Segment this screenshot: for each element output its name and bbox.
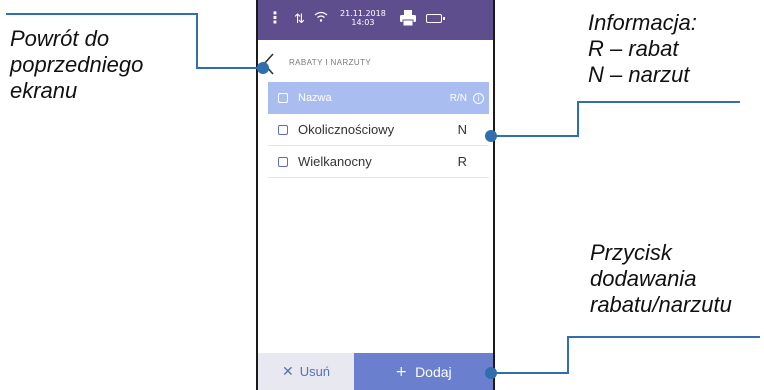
select-all-checkbox[interactable] bbox=[278, 93, 288, 103]
remove-label: Usuń bbox=[299, 364, 331, 379]
callout-add-line-3: rabatu/narzutu bbox=[590, 292, 732, 317]
status-date: 21.11.2018 bbox=[340, 9, 386, 18]
phone-screen: ⋮ ⇅ 21.11.2018 14:03 RABATY I NARZUTY Na… bbox=[256, 0, 495, 390]
info-icon[interactable]: i bbox=[473, 92, 484, 104]
add-button[interactable]: + Dodaj bbox=[354, 353, 493, 390]
callout-back-line-2: poprzedniego bbox=[10, 52, 144, 77]
callout-info: Informacja: R – rabat N – narzut bbox=[588, 10, 697, 88]
sync-icon: ⇅ bbox=[294, 12, 305, 27]
callout-info-line-1: Informacja: bbox=[588, 10, 697, 35]
item-type: R bbox=[457, 154, 467, 169]
wifi-icon bbox=[314, 11, 328, 27]
status-datetime: 21.11.2018 14:03 bbox=[340, 9, 386, 27]
item-name: Okolicznościowy bbox=[298, 122, 395, 137]
callout-add-line-1: Przycisk bbox=[590, 240, 672, 265]
callout-back-line-3: ekranu bbox=[10, 78, 78, 103]
header-type: R/N bbox=[449, 92, 467, 104]
plus-icon: + bbox=[395, 363, 408, 380]
row-checkbox[interactable] bbox=[278, 124, 288, 135]
back-icon[interactable] bbox=[260, 52, 280, 76]
status-time: 14:03 bbox=[351, 18, 375, 27]
add-label: Dodaj bbox=[415, 363, 452, 380]
callout-back-line-1: Powrót do bbox=[10, 26, 110, 51]
printer-icon bbox=[399, 9, 417, 27]
callout-info-line-3: N – narzut bbox=[588, 62, 690, 87]
status-bar: ⋮ ⇅ 21.11.2018 14:03 bbox=[258, 0, 493, 40]
callout-back: Powrót do poprzedniego ekranu bbox=[10, 26, 143, 104]
remove-button[interactable]: ✕ Usuń bbox=[258, 353, 354, 390]
close-icon: ✕ bbox=[281, 363, 294, 380]
battery-icon bbox=[426, 14, 445, 23]
page-title: RABATY I NARZUTY bbox=[289, 58, 372, 67]
callout-add-line-2: dodawania bbox=[590, 266, 697, 291]
header-name: Nazwa bbox=[298, 92, 332, 104]
menu-icon[interactable]: ⋮ bbox=[267, 9, 283, 27]
screen-header: RABATY I NARZUTY bbox=[258, 44, 493, 78]
discount-list: Nazwa R/N i Okolicznościowy N Wielkanocn… bbox=[268, 82, 489, 178]
callout-info-line-2: R – rabat bbox=[588, 36, 679, 61]
bottom-action-bar: ✕ Usuń + Dodaj bbox=[258, 353, 493, 390]
list-item[interactable]: Okolicznościowy N bbox=[268, 114, 489, 146]
callout-add: Przycisk dodawania rabatu/narzutu bbox=[590, 240, 732, 318]
leader-add bbox=[491, 336, 760, 374]
list-header-row: Nazwa R/N i bbox=[268, 82, 489, 114]
item-name: Wielkanocny bbox=[298, 154, 372, 169]
leader-info bbox=[491, 101, 740, 137]
item-type: N bbox=[457, 122, 467, 137]
row-checkbox[interactable] bbox=[278, 156, 288, 167]
list-item[interactable]: Wielkanocny R bbox=[268, 146, 489, 178]
